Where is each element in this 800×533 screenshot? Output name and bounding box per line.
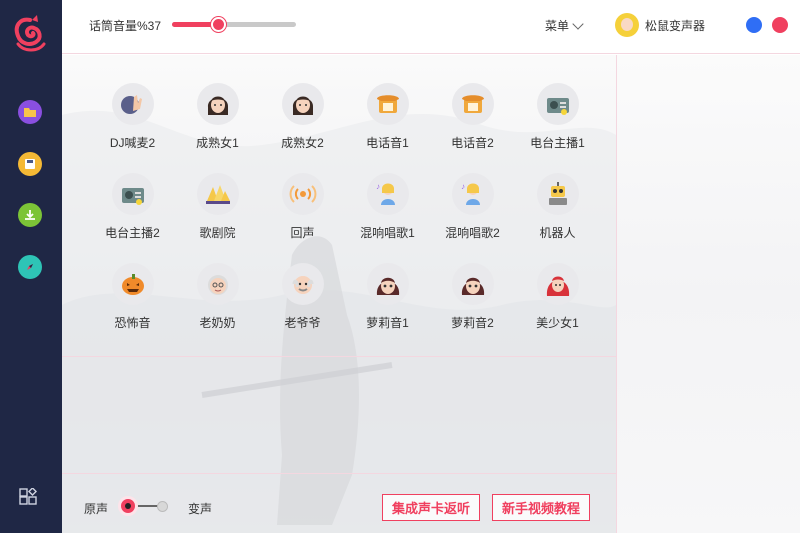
effect-label: 萝莉音2 (451, 316, 494, 330)
toggle-knob-original[interactable] (118, 496, 138, 516)
effect-label: 恐怖音 (114, 316, 151, 330)
avatar[interactable] (615, 13, 639, 37)
effect-item[interactable]: 电台主播1 (515, 83, 600, 161)
sidebar-item-download[interactable] (18, 203, 42, 227)
radio-icon (536, 83, 579, 125)
effect-label: 美少女1 (536, 316, 579, 330)
mic-volume-slider[interactable] (172, 17, 296, 32)
changed-voice-label: 变声 (188, 502, 213, 516)
squirrel-logo-icon (14, 15, 46, 52)
sidebar-item-compass[interactable] (18, 255, 42, 279)
effect-item[interactable]: 电话音2 (430, 83, 515, 161)
divider (62, 356, 616, 357)
red-hair-girl-icon (536, 263, 579, 305)
close-button[interactable] (772, 17, 788, 33)
effect-label: 老爷爷 (284, 316, 321, 330)
effect-label: 歌剧院 (199, 226, 236, 240)
effects-grid: DJ喊麦2 成熟女1 成熟女2 电话音1 电话音2 电台主播1 电台主播2 歌剧院 回声 ♪ 混响唱… (90, 83, 610, 341)
menu-label: 菜单 (545, 19, 570, 33)
menu-dropdown[interactable]: 菜单 (545, 17, 584, 34)
effect-label: 电话音1 (366, 136, 409, 150)
grid-icon[interactable] (19, 488, 37, 506)
opera-house-icon (196, 173, 239, 215)
effect-label: 电台主播1 (530, 136, 585, 150)
right-panel (616, 55, 800, 533)
svg-text:♪: ♪ (376, 182, 380, 191)
chevron-down-icon (572, 17, 584, 30)
minimize-button[interactable] (746, 17, 762, 33)
effect-item[interactable]: 电话音1 (345, 83, 430, 161)
user-name: 松鼠变声器 (645, 18, 706, 33)
grandma-icon (196, 263, 239, 305)
radio-icon (111, 173, 154, 215)
effect-item[interactable]: 电台主播2 (90, 173, 175, 251)
effect-label: 混响唱歌2 (445, 226, 500, 240)
effect-item[interactable]: 萝莉音1 (345, 263, 430, 341)
svg-text:♪: ♪ (461, 182, 465, 191)
top-bar: 话筒音量%37 菜单 松鼠变声器 (62, 0, 800, 54)
effect-label: 老奶奶 (199, 316, 236, 330)
toggle-knob-changed[interactable] (157, 501, 168, 512)
effect-item[interactable]: DJ喊麦2 (90, 83, 175, 161)
mic-volume-knob[interactable] (210, 17, 226, 32)
pumpkin-icon (111, 263, 154, 305)
singer-icon: ♪ (366, 173, 409, 215)
effect-item[interactable]: 老奶奶 (175, 263, 260, 341)
effect-item[interactable]: 萝莉音2 (430, 263, 515, 341)
effect-item[interactable]: 成熟女1 (175, 83, 260, 161)
effect-label: 混响唱歌1 (360, 226, 415, 240)
sidebar (0, 0, 62, 533)
effect-item[interactable]: ♪ 混响唱歌1 (345, 173, 430, 251)
effect-item[interactable]: 机器人 (515, 173, 600, 251)
effect-label: 机器人 (539, 226, 576, 240)
effect-item[interactable]: 回声 (260, 173, 345, 251)
effects-panel: DJ喊麦2 成熟女1 成熟女2 电话音1 电话音2 电台主播1 电台主播2 歌剧院 回声 ♪ 混响唱… (62, 55, 616, 533)
folder-icon (24, 108, 36, 117)
tutorial-video-button[interactable]: 新手视频教程 (492, 494, 590, 521)
echo-icon (281, 173, 324, 215)
effect-label: 电话音2 (451, 136, 494, 150)
woman-face-icon (196, 83, 239, 125)
woman-face-icon (281, 83, 324, 125)
dj-hand-icon (111, 83, 154, 125)
effect-label: 成熟女2 (281, 136, 324, 150)
effect-item[interactable]: 成熟女2 (260, 83, 345, 161)
divider (62, 473, 616, 474)
voice-change-toggle[interactable] (118, 495, 170, 517)
girl-face-icon (451, 263, 494, 305)
effect-label: 成熟女1 (196, 136, 239, 150)
effect-item[interactable]: ♪ 混响唱歌2 (430, 173, 515, 251)
telephone-icon (366, 83, 409, 125)
sidebar-item-folder[interactable] (18, 100, 42, 124)
effect-label: 回声 (290, 226, 315, 240)
effect-label: 萝莉音1 (366, 316, 409, 330)
effect-item[interactable]: 老爷爷 (260, 263, 345, 341)
user-profile[interactable]: 松鼠变声器 (615, 13, 705, 37)
effect-item[interactable]: 美少女1 (515, 263, 600, 341)
singer-icon: ♪ (451, 173, 494, 215)
download-icon (25, 210, 35, 220)
mic-volume-label: 话筒音量%37 (89, 19, 162, 33)
effect-label: DJ喊麦2 (109, 136, 156, 150)
robot-icon (536, 173, 579, 215)
effect-item[interactable]: 恐怖音 (90, 263, 175, 341)
save-icon (25, 159, 35, 169)
compass-icon (27, 264, 33, 270)
effect-item[interactable]: 歌剧院 (175, 173, 260, 251)
effect-label: 电台主播2 (105, 226, 160, 240)
soundcard-monitor-button[interactable]: 集成声卡返听 (382, 494, 480, 521)
telephone-icon (451, 83, 494, 125)
original-voice-label: 原声 (84, 502, 109, 516)
grandpa-icon (281, 263, 324, 305)
girl-face-icon (366, 263, 409, 305)
sidebar-item-save[interactable] (18, 152, 42, 176)
